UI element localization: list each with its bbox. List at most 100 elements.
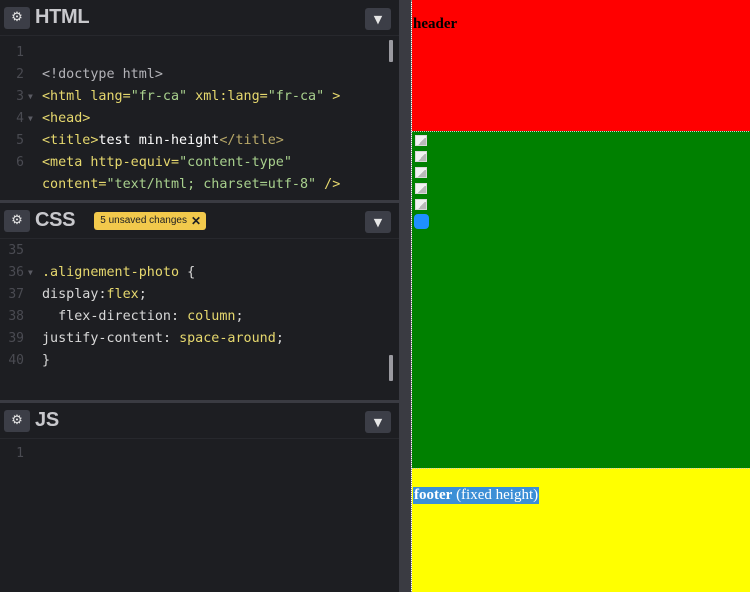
line-number: 4	[16, 111, 24, 126]
result-preview: header footer (fixed height)	[411, 0, 750, 592]
code-token: "fr-ca"	[130, 89, 188, 104]
line-number: 1	[16, 45, 24, 60]
js-panel-title: JS	[35, 409, 59, 431]
js-code-editor[interactable]: 1	[0, 443, 399, 583]
code-token: column	[187, 309, 236, 324]
footer-text: footer (fixed height)	[413, 487, 540, 504]
css-scrollbar[interactable]	[389, 355, 393, 381]
code-line[interactable]: 35	[0, 240, 399, 262]
code-token: >	[324, 89, 341, 104]
code-text: justify-content: space-around;	[42, 328, 284, 350]
code-text: <html lang="fr-ca" xml:lang="fr-ca" >	[42, 86, 340, 108]
unsaved-changes-badge[interactable]: 5 unsaved changes ✕	[94, 211, 207, 230]
code-text: flex-direction: column;	[42, 306, 244, 328]
fold-arrow-icon[interactable]: ▼	[28, 108, 33, 130]
preview-footer: footer (fixed height)	[412, 468, 750, 592]
close-icon[interactable]: ✕	[191, 214, 201, 228]
code-token: .alignement-photo	[42, 265, 180, 280]
code-line[interactable]: 5 <title>test min-height</title>	[0, 130, 399, 152]
line-number: 38	[8, 309, 24, 324]
code-line[interactable]: 38 flex-direction: column;	[0, 306, 399, 328]
code-token: "text/html; charset=utf-8"	[106, 177, 317, 192]
css-panel-header: ⚙ CSS 5 unsaved changes ✕ ▼	[0, 203, 399, 239]
html-code-editor[interactable]: 1 2 <!doctype html> 3 ▼ <html lang="fr-ca" xm…	[0, 42, 399, 201]
code-token: />	[316, 177, 341, 192]
code-token: :	[162, 331, 180, 346]
code-token: space-around	[179, 331, 276, 346]
code-line[interactable]: 6 <meta http-equiv="content-type"	[0, 152, 399, 174]
html-scrollbar[interactable]	[389, 40, 393, 62]
css-code-editor[interactable]: 35 36 ▼ .alignement-photo {37 display:flex; 3…	[0, 240, 399, 400]
css-panel-title: CSS	[35, 209, 76, 231]
code-token: </title>	[219, 133, 284, 148]
line-number: 3	[16, 89, 24, 104]
code-token: content=	[42, 177, 107, 192]
line-number: 5	[16, 133, 24, 148]
code-text: <meta http-equiv="content-type"	[42, 152, 292, 174]
code-token: <!doctype html>	[42, 67, 163, 82]
code-line[interactable]: 1	[0, 42, 399, 64]
code-text: content="text/html; charset=utf-8" />	[42, 174, 340, 196]
line-number: 37	[8, 287, 24, 302]
blue-image	[414, 214, 429, 229]
fold-arrow-icon[interactable]: ▼	[28, 262, 33, 284]
code-line[interactable]: content="text/html; charset=utf-8" />	[0, 174, 399, 196]
code-token: flex	[106, 287, 139, 302]
code-line[interactable]: 2 <!doctype html>	[0, 64, 399, 86]
js-panel-header: ⚙ JS ▼	[0, 403, 399, 439]
code-token: ;	[138, 287, 147, 302]
broken-image-icon	[414, 182, 430, 198]
code-line[interactable]: 40}	[0, 350, 399, 372]
broken-image-icon	[414, 198, 430, 214]
code-token: }	[42, 353, 51, 368]
line-number: 1	[16, 446, 24, 461]
code-token: <title>	[42, 133, 99, 148]
code-token: lang=	[82, 89, 131, 104]
code-token: flex-direction	[42, 309, 171, 324]
code-line[interactable]: 1	[0, 443, 399, 465]
gear-icon[interactable]: ⚙	[4, 409, 30, 432]
code-line[interactable]: 37 display:flex;	[0, 284, 399, 306]
gear-icon[interactable]: ⚙	[4, 209, 30, 232]
code-text: <!doctype html>	[42, 64, 163, 86]
preview-header: header	[412, 0, 750, 131]
unsaved-changes-label: 5 unsaved changes	[100, 215, 187, 226]
code-line[interactable]: 4 ▼ <head>	[0, 108, 399, 130]
code-line[interactable]: 3 ▼ <html lang="fr-ca" xml:lang="fr-ca" >	[0, 86, 399, 108]
code-text: }	[42, 350, 50, 372]
fold-arrow-icon[interactable]: ▼	[28, 86, 33, 108]
code-token: "content-type"	[179, 155, 292, 170]
code-line[interactable]: 39 justify-content: space-around;	[0, 328, 399, 350]
code-token: justify-content	[42, 331, 163, 346]
code-token: test min-height	[98, 133, 220, 148]
code-token: <html	[42, 89, 83, 104]
code-token: :	[98, 287, 107, 302]
code-text: .alignement-photo {	[42, 262, 195, 284]
chevron-down-icon[interactable]: ▼	[365, 211, 391, 233]
chevron-down-icon[interactable]: ▼	[365, 411, 391, 433]
code-token: ;	[235, 309, 244, 324]
broken-image-icon	[414, 150, 430, 166]
line-number: 40	[8, 353, 24, 368]
line-number: 35	[8, 243, 24, 258]
code-line[interactable]: 36 ▼ .alignement-photo {	[0, 262, 399, 284]
footer-rest: (fixed height)	[452, 487, 539, 503]
html-panel-header: ⚙ HTML ▼	[0, 0, 399, 36]
code-token: http-equiv=	[82, 155, 180, 170]
resize-gutter[interactable]	[399, 0, 411, 592]
css-panel: ⚙ CSS 5 unsaved changes ✕ ▼ 35 36 ▼ .aligne…	[0, 203, 399, 401]
header-text: header	[413, 16, 458, 32]
line-number: 2	[16, 67, 24, 82]
code-token: :	[171, 309, 188, 324]
code-token: xml:lang=	[187, 89, 268, 104]
code-token: ;	[275, 331, 284, 346]
line-number: 39	[8, 331, 24, 346]
broken-image-icon	[414, 134, 430, 150]
gear-icon[interactable]: ⚙	[4, 6, 30, 29]
line-number: 36	[8, 265, 24, 280]
code-token: <meta	[42, 155, 83, 170]
html-panel: ⚙ HTML ▼ 1 2 <!doctype html> 3 ▼ <html lang="…	[0, 0, 399, 201]
code-text: display:flex;	[42, 284, 147, 306]
chevron-down-icon[interactable]: ▼	[365, 8, 391, 30]
broken-image-icon	[414, 166, 430, 182]
